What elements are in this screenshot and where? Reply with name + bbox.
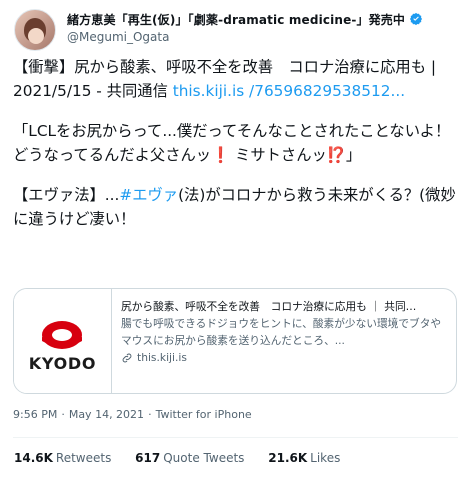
tweet-paragraph-2: 「LCLをお尻からって...僕だってそんなことされたことないよ！どうなってるんだ…: [13, 119, 458, 167]
card-thumbnail[interactable]: KYODO: [14, 289, 112, 393]
likes-label: Likes: [310, 451, 341, 465]
tweet-date[interactable]: May 14, 2021: [69, 408, 144, 421]
divider: [13, 437, 458, 438]
quote-text-mid: ミサトさんッ: [230, 146, 327, 164]
retweets-stat[interactable]: 14.6K Retweets: [14, 451, 111, 465]
quote-tweets-label: Quote Tweets: [163, 451, 245, 465]
eva-prefix: 【エヴァ法】...: [13, 186, 120, 204]
card-domain-row: this.kiji.is: [121, 351, 449, 364]
card-domain: this.kiji.is: [137, 351, 187, 364]
tweet-client[interactable]: Twitter for iPhone: [156, 408, 252, 421]
tweet-time[interactable]: 9:56 PM: [13, 408, 57, 421]
tweet-stats: 14.6K Retweets 617 Quote Tweets 21.6K Likes: [14, 451, 360, 465]
tweet-container: 緒方恵美「再生(仮)」「劇薬-dramatic medicine-」発売中 @M…: [0, 0, 471, 478]
tweet-text: 【衝撃】尻から酸素、呼吸不全を改善 コロナ治療に応用も | 2021/5/15 …: [13, 55, 458, 247]
display-name-row[interactable]: 緒方恵美「再生(仮)」「劇薬-dramatic medicine-」発売中: [67, 10, 423, 28]
quote-tweets-count: 617: [135, 451, 161, 465]
likes-count: 21.6K: [268, 451, 308, 465]
kyodo-logo-text: KYODO: [28, 354, 97, 373]
retweets-count: 14.6K: [14, 451, 53, 465]
card-title[interactable]: 尻から酸素、呼吸不全を改善 コロナ治療に応用も ｜ 共同…: [121, 298, 449, 315]
interrobang-emoji-icon: ⁉️: [326, 146, 346, 164]
hashtag-link[interactable]: #エヴァ: [119, 186, 178, 204]
article-link[interactable]: this.kiji.is /76596829538512...: [173, 82, 405, 100]
retweets-label: Retweets: [55, 451, 112, 465]
avatar[interactable]: [14, 9, 56, 51]
tweet-paragraph-3: 【エヴァ法】...#エヴァ(法)がコロナから救う未来がくる？(微妙に違うけど凄い…: [13, 183, 458, 231]
quote-text-end: 」: [345, 146, 362, 164]
card-body[interactable]: 尻から酸素、呼吸不全を改善 コロナ治療に応用も ｜ 共同… 腸でも呼吸できるドジ…: [121, 298, 449, 364]
link-icon: [122, 353, 132, 362]
kyodo-logo-icon: [42, 321, 82, 349]
card-description: 腸でも呼吸できるドジョウをヒントに、酸素が少ない環境でブタやマウスにお尻から酸素…: [121, 315, 449, 349]
quote-tweets-stat[interactable]: 617 Quote Tweets: [135, 451, 244, 465]
likes-stat[interactable]: 21.6K Likes: [268, 451, 340, 465]
link-card[interactable]: KYODO 尻から酸素、呼吸不全を改善 コロナ治療に応用も ｜ 共同… 腸でも呼…: [13, 288, 457, 394]
tweet-paragraph-1: 【衝撃】尻から酸素、呼吸不全を改善 コロナ治療に応用も | 2021/5/15 …: [13, 55, 458, 103]
tweet-header: 緒方恵美「再生(仮)」「劇薬-dramatic medicine-」発売中 @M…: [14, 9, 454, 53]
exclamation-emoji-icon: ❗: [211, 146, 231, 164]
verified-badge-icon: [410, 12, 423, 26]
user-handle[interactable]: @Megumi_Ogata: [67, 30, 169, 44]
tweet-meta: 9:56 PM · May 14, 2021 · Twitter for iPhone: [13, 408, 252, 421]
card-description-text: 腸でも呼吸できるドジョウをヒントに、酸素が少ない環境でブタやマウスにお尻から酸素…: [121, 317, 442, 347]
display-name[interactable]: 緒方恵美「再生(仮)」「劇薬-dramatic medicine-」発売中: [67, 11, 405, 28]
